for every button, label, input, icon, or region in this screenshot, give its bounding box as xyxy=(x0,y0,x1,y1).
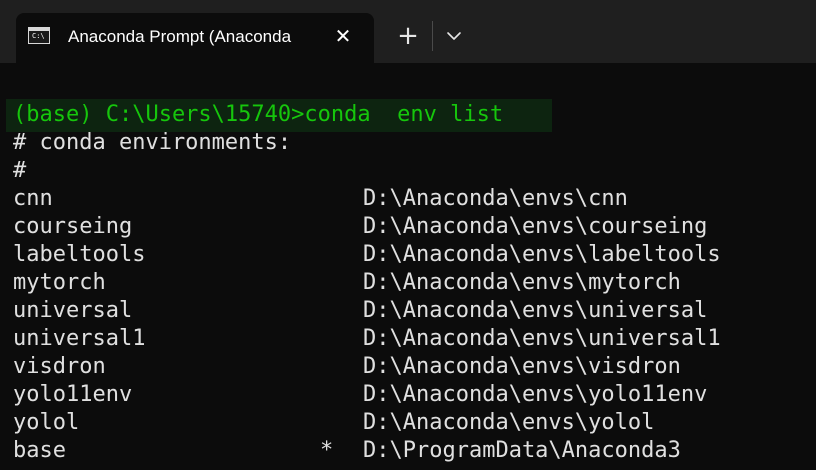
env-name: labeltools xyxy=(13,242,146,267)
env-name: mytorch xyxy=(13,270,106,295)
env-path: D:\Anaconda\envs\courseing xyxy=(363,214,708,239)
env-path: D:\Anaconda\envs\cnn xyxy=(363,186,628,211)
chevron-down-icon[interactable] xyxy=(440,22,468,50)
command-line: (base) C:\Users\15740>conda env list xyxy=(13,102,504,127)
env-name: yolo11env xyxy=(13,382,133,407)
env-path: D:\Anaconda\envs\yolo11env xyxy=(363,382,708,407)
env-name: courseing xyxy=(13,214,133,239)
env-name: yolol xyxy=(13,410,80,435)
env-name: cnn xyxy=(13,186,53,211)
env-name: universal xyxy=(13,298,133,323)
new-tab-button[interactable]: + xyxy=(392,20,424,52)
terminal-window: C:\ Anaconda Prompt (Anaconda ✕ + (base)… xyxy=(0,0,816,470)
terminal-icon-prompt: C:\ xyxy=(32,32,45,40)
terminal-icon-bar xyxy=(29,28,49,31)
env-path: D:\Anaconda\envs\universal xyxy=(363,298,708,323)
env-path: D:\ProgramData\Anaconda3 xyxy=(363,438,681,463)
tab-anaconda-prompt[interactable]: C:\ Anaconda Prompt (Anaconda ✕ xyxy=(16,13,374,63)
hash-line: # xyxy=(13,158,27,183)
env-name: universal1 xyxy=(13,326,146,351)
tab-title: Anaconda Prompt (Anaconda xyxy=(68,27,292,46)
env-path: D:\Anaconda\envs\mytorch xyxy=(363,270,681,295)
env-name: base xyxy=(13,438,66,463)
console-output[interactable]: (base) C:\Users\15740>conda env list # c… xyxy=(0,63,816,470)
env-name: visdron xyxy=(13,354,106,379)
env-path: D:\Anaconda\envs\labeltools xyxy=(363,242,721,267)
env-path: D:\Anaconda\envs\universal1 xyxy=(363,326,721,351)
title-bar: C:\ Anaconda Prompt (Anaconda ✕ + xyxy=(0,0,816,63)
terminal-icon: C:\ xyxy=(28,27,50,44)
tab-separator xyxy=(432,21,433,51)
header-line: # conda environments: xyxy=(13,130,292,155)
close-icon[interactable]: ✕ xyxy=(332,25,354,47)
env-path: D:\Anaconda\envs\visdron xyxy=(363,354,681,379)
active-env-marker: * xyxy=(320,438,334,463)
env-path: D:\Anaconda\envs\yolol xyxy=(363,410,655,435)
